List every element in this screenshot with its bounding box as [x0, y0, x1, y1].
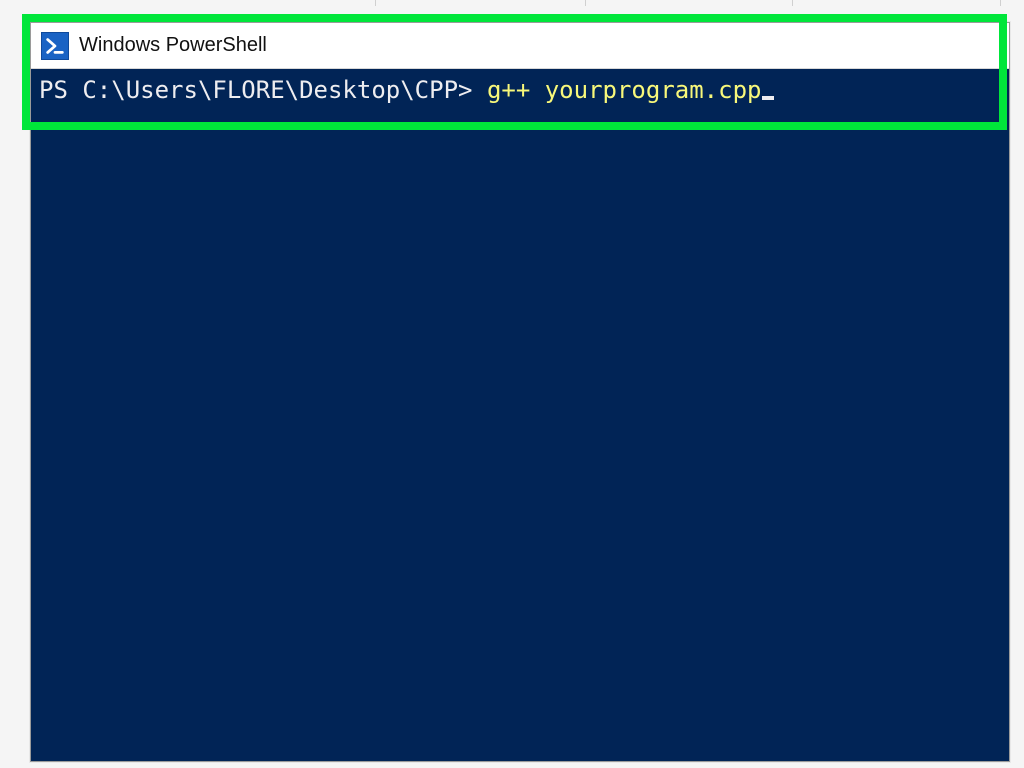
command-text: g++ yourprogram.cpp — [487, 76, 762, 104]
top-tick-marks — [0, 0, 1024, 10]
prompt-text: PS C:\Users\FLORE\Desktop\CPP> — [39, 76, 487, 104]
powershell-window: Windows PowerShell PS C:\Users\FLORE\Des… — [30, 22, 1010, 762]
terminal-area[interactable]: PS C:\Users\FLORE\Desktop\CPP> g++ yourp… — [31, 69, 1009, 761]
text-cursor — [762, 96, 774, 100]
powershell-icon — [41, 32, 69, 60]
window-title: Windows PowerShell — [79, 34, 267, 57]
title-bar[interactable]: Windows PowerShell — [31, 23, 1009, 69]
